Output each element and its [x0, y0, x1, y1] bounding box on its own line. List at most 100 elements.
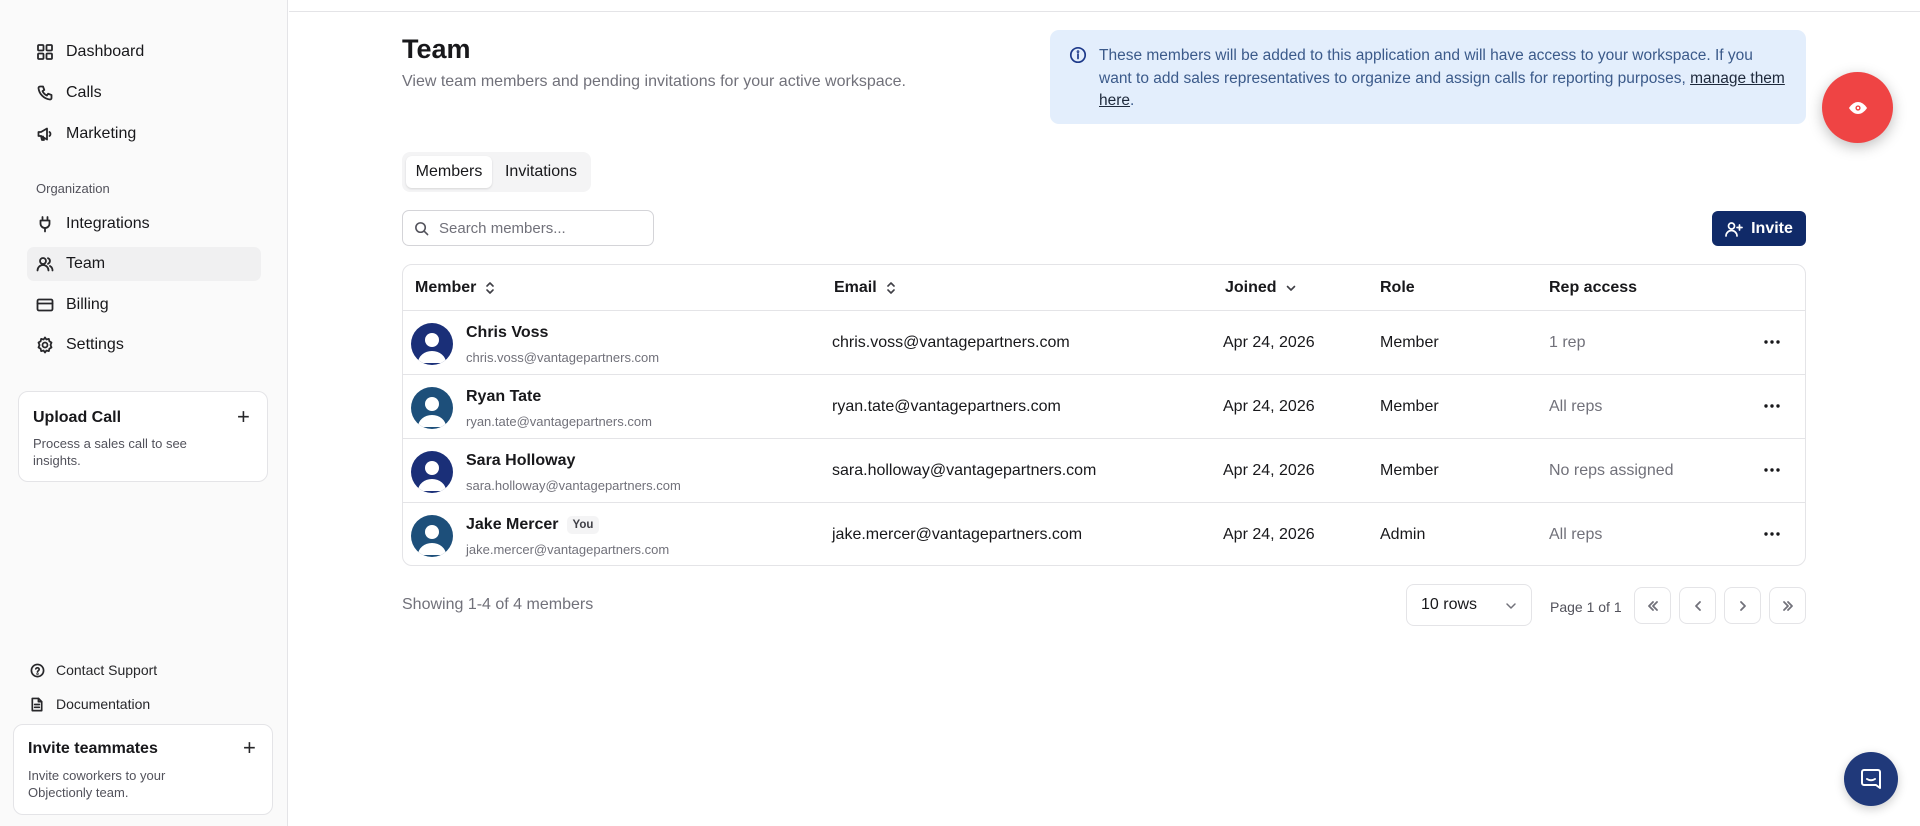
- row-actions-button[interactable]: [1762, 333, 1782, 351]
- tab-list: Members Invitations: [402, 152, 591, 192]
- sidebar-item-billing[interactable]: Billing: [27, 288, 261, 322]
- member-subtitle-email: sara.holloway@vantagepartners.com: [466, 478, 681, 493]
- joined-cell: Apr 24, 2026: [1223, 334, 1315, 351]
- more-horizontal-icon: [1764, 468, 1780, 472]
- joined-cell: Apr 24, 2026: [1223, 462, 1315, 479]
- rep-access-cell: All reps: [1549, 526, 1603, 543]
- help-circle-icon: [29, 662, 45, 678]
- contact-support-link[interactable]: Contact Support: [29, 662, 157, 678]
- row-actions-button[interactable]: [1762, 461, 1782, 479]
- invite-teammates-title: Invite teammates: [28, 740, 158, 757]
- role-cell: Admin: [1380, 526, 1426, 543]
- dashboard-grid-icon: [35, 42, 55, 62]
- column-email[interactable]: Email: [834, 279, 897, 297]
- tab-invitations[interactable]: Invitations: [495, 156, 587, 188]
- top-divider: [289, 11, 1920, 12]
- first-page-button[interactable]: [1634, 587, 1671, 624]
- next-page-button[interactable]: [1724, 587, 1761, 624]
- info-message: These members will be added to this appl…: [1099, 47, 1753, 87]
- you-badge: You: [566, 516, 600, 534]
- plus-icon[interactable]: +: [243, 737, 256, 759]
- sidebar-item-dashboard[interactable]: Dashboard: [27, 35, 261, 69]
- sidebar-item-label: Marketing: [66, 125, 137, 142]
- rep-access-cell: All reps: [1549, 398, 1603, 415]
- search-input[interactable]: [439, 219, 639, 237]
- invite-button-label: Invite: [1751, 219, 1793, 237]
- chat-icon: [1861, 769, 1881, 789]
- sidebar-item-settings[interactable]: Settings: [27, 328, 261, 362]
- sort-icon: [486, 282, 495, 294]
- showing-count: Showing 1-4 of 4 members: [402, 596, 594, 613]
- documentation-link[interactable]: Documentation: [29, 696, 150, 712]
- chevron-right-icon: [1739, 600, 1746, 611]
- page-subtitle: View team members and pending invitation…: [402, 73, 906, 90]
- last-page-button[interactable]: [1769, 587, 1806, 624]
- page-indicator: Page 1 of 1: [1550, 599, 1622, 615]
- upload-call-title: Upload Call: [33, 409, 122, 426]
- column-rep-access: Rep access: [1549, 279, 1638, 296]
- row-actions-button[interactable]: [1762, 525, 1782, 543]
- rows-per-page-value: 10 rows: [1421, 596, 1478, 613]
- page-title: Team: [402, 34, 471, 64]
- role-cell: Member: [1380, 462, 1439, 479]
- sidebar-item-label: Settings: [66, 336, 124, 353]
- table-row[interactable]: Sara Holloway sara.holloway@vantagepartne…: [403, 439, 1805, 503]
- plug-icon: [35, 214, 55, 234]
- role-cell: Member: [1380, 334, 1439, 351]
- tab-members[interactable]: Members: [406, 156, 492, 188]
- email-cell: jake.mercer@vantagepartners.com: [832, 526, 1083, 543]
- email-cell: chris.voss@vantagepartners.com: [832, 334, 1070, 351]
- invite-button[interactable]: Invite: [1712, 211, 1806, 246]
- column-member[interactable]: Member: [415, 279, 496, 297]
- contact-support-label: Contact Support: [56, 662, 158, 678]
- member-name: Jake Mercer You: [466, 516, 600, 534]
- chat-launcher-button[interactable]: [1844, 752, 1898, 806]
- member-name: Ryan Tate: [466, 388, 542, 405]
- info-icon: [1069, 46, 1087, 64]
- sidebar-item-marketing[interactable]: Marketing: [27, 117, 261, 151]
- table-row[interactable]: Chris Voss chris.voss@vantagepartners.com…: [403, 311, 1805, 375]
- sidebar-item-calls[interactable]: Calls: [27, 76, 261, 110]
- eye-icon: [1848, 101, 1867, 114]
- sidebar-item-label: Integrations: [66, 215, 150, 232]
- sidebar-item-integrations[interactable]: Integrations: [27, 207, 261, 241]
- phone-icon: [35, 83, 55, 103]
- row-actions-button[interactable]: [1762, 397, 1782, 415]
- sidebar-item-label: Billing: [66, 296, 109, 313]
- email-cell: sara.holloway@vantagepartners.com: [832, 462, 1097, 479]
- invite-teammates-description: Invite coworkers to your Objectionly tea…: [28, 768, 166, 800]
- sidebar-item-label: Team: [66, 255, 106, 272]
- plus-icon[interactable]: +: [237, 406, 250, 428]
- preview-fab-button[interactable]: [1822, 72, 1893, 143]
- previous-page-button[interactable]: [1679, 587, 1716, 624]
- more-horizontal-icon: [1764, 404, 1780, 408]
- documentation-label: Documentation: [56, 696, 151, 712]
- table-header: Member Email Joined Role Rep access: [403, 265, 1805, 311]
- section-label-organization: Organization: [36, 181, 110, 196]
- joined-cell: Apr 24, 2026: [1223, 526, 1315, 543]
- megaphone-icon: [35, 124, 55, 144]
- column-joined[interactable]: Joined: [1225, 279, 1297, 297]
- joined-cell: Apr 24, 2026: [1223, 398, 1315, 415]
- sidebar-item-label: Calls: [66, 84, 102, 101]
- more-horizontal-icon: [1764, 340, 1780, 344]
- avatar: [411, 451, 453, 493]
- rep-access-cell: 1 rep: [1549, 334, 1586, 351]
- info-end: .: [1130, 92, 1135, 109]
- member-subtitle-email: chris.voss@vantagepartners.com: [466, 350, 660, 365]
- table-row[interactable]: Ryan Tate ryan.tate@vantagepartners.com ry…: [403, 375, 1805, 439]
- members-table: Member Email Joined Role Rep access Chri…: [402, 264, 1806, 566]
- chevrons-right-icon: [1782, 600, 1793, 611]
- chevron-down-icon: [1286, 285, 1295, 291]
- invite-teammates-card[interactable]: Invite teammates + Invite coworkers to y…: [13, 724, 273, 815]
- rows-per-page-select[interactable]: 10 rows: [1406, 584, 1532, 626]
- avatar: [411, 323, 453, 365]
- table-row[interactable]: Jake Mercer You jake.mercer@vantagepartner…: [403, 503, 1805, 565]
- upload-call-card[interactable]: Upload Call + Process a sales call to se…: [18, 391, 268, 482]
- column-role: Role: [1380, 279, 1415, 296]
- upload-call-description: Process a sales call to see insights.: [33, 436, 187, 468]
- user-plus-icon: [1725, 221, 1743, 237]
- sidebar-item-team[interactable]: Team: [27, 247, 261, 281]
- sidebar-item-label: Dashboard: [66, 43, 145, 60]
- search-field[interactable]: [402, 210, 654, 246]
